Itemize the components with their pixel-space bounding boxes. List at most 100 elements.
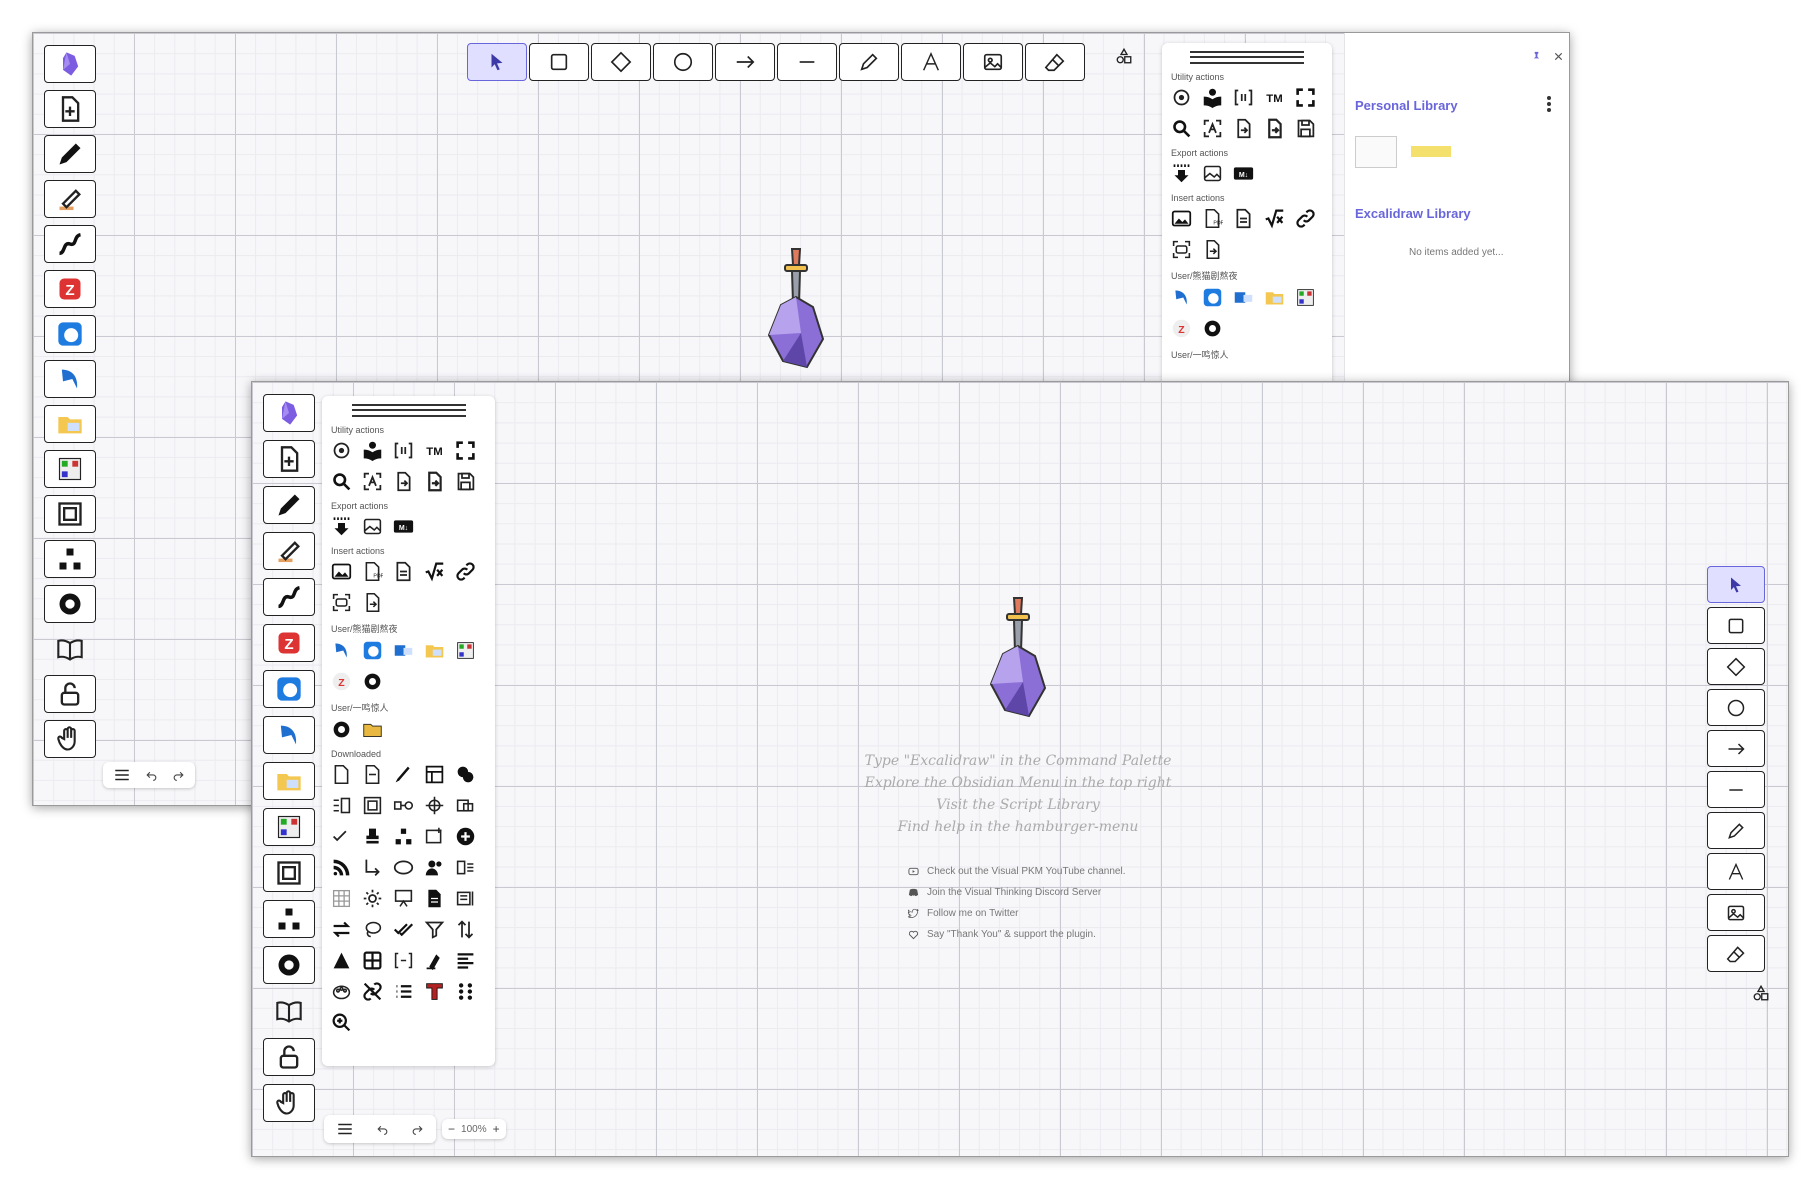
zoom-out-button[interactable]: −: [448, 1122, 455, 1136]
script-rss-icon[interactable]: [330, 856, 353, 879]
download-icon[interactable]: [1170, 162, 1193, 185]
insert-document-icon[interactable]: [1232, 207, 1255, 230]
script-document-icon[interactable]: [423, 887, 446, 910]
ocr-text-icon[interactable]: [361, 470, 384, 493]
highlighter-button[interactable]: [44, 180, 96, 218]
search-icon[interactable]: [1170, 117, 1193, 140]
excalidraw-library-title[interactable]: Excalidraw Library: [1355, 206, 1471, 221]
shapes-icon[interactable]: [1752, 984, 1770, 1002]
gem-sword-drawing[interactable]: [983, 592, 1053, 722]
zoom-in-button[interactable]: +: [493, 1122, 500, 1136]
open-folder-icon[interactable]: [361, 718, 384, 741]
insert-latex-icon[interactable]: [1263, 207, 1286, 230]
insert-document-icon[interactable]: [392, 560, 415, 583]
book-reader-icon[interactable]: [1201, 86, 1224, 109]
discord-link[interactable]: Join the Visual Thinking Discord Server: [908, 882, 1125, 903]
edge-script-icon[interactable]: [1201, 286, 1224, 309]
script-connect-icon[interactable]: [392, 794, 415, 817]
script-presentation-icon[interactable]: [392, 887, 415, 910]
book-reader-icon[interactable]: [361, 439, 384, 462]
qr-code-button[interactable]: [263, 808, 315, 846]
redo-icon[interactable]: [172, 769, 185, 782]
fullscreen-icon[interactable]: [1294, 86, 1317, 109]
highlighter-button[interactable]: [263, 532, 315, 570]
save-icon[interactable]: [1294, 117, 1317, 140]
save-icon[interactable]: [454, 470, 477, 493]
pen-button[interactable]: [44, 135, 96, 173]
folder-script-icon[interactable]: [1263, 286, 1286, 309]
book-button[interactable]: [263, 992, 315, 1030]
undo-icon[interactable]: [145, 769, 158, 782]
cursor-script-icon[interactable]: [330, 639, 353, 662]
script-brackets-icon[interactable]: [392, 949, 415, 972]
selection-tool[interactable]: [467, 43, 527, 81]
new-file-button[interactable]: [44, 90, 96, 128]
embed-icon[interactable]: [330, 591, 353, 614]
frame-button[interactable]: [263, 854, 315, 892]
selection-tool[interactable]: [1707, 566, 1765, 603]
arrow-cursor-button[interactable]: [263, 716, 315, 754]
hierarchy-button[interactable]: [263, 900, 315, 938]
arrow-cursor-button[interactable]: [44, 360, 96, 398]
text-tool[interactable]: [1707, 853, 1765, 890]
script-target-icon[interactable]: [423, 794, 446, 817]
qr-script-icon[interactable]: [1294, 286, 1317, 309]
export-image-icon[interactable]: [1201, 162, 1224, 185]
export-image-icon[interactable]: [361, 515, 384, 538]
insert-file-icon[interactable]: [361, 591, 384, 614]
redo-icon[interactable]: [411, 1123, 424, 1136]
script-list-icon[interactable]: [392, 980, 415, 1003]
book-button[interactable]: [44, 630, 96, 668]
folder-script-icon[interactable]: [423, 639, 446, 662]
embed-icon[interactable]: [1170, 238, 1193, 261]
gear-script-icon[interactable]: [361, 670, 384, 693]
ocr-text-icon[interactable]: [1201, 117, 1224, 140]
diamond-tool[interactable]: [1707, 648, 1765, 685]
text-tool[interactable]: [901, 43, 961, 81]
script-double-check-icon[interactable]: [392, 918, 415, 941]
script-split-icon[interactable]: [454, 856, 477, 879]
settings-button[interactable]: [44, 585, 96, 623]
qr-code-button[interactable]: [44, 450, 96, 488]
support-link[interactable]: Say "Thank You" & support the plugin.: [908, 924, 1125, 945]
settings-icon[interactable]: [330, 439, 353, 462]
gear-script-icon[interactable]: [1201, 317, 1224, 340]
insert-latex-icon[interactable]: [423, 560, 446, 583]
fullscreen-icon[interactable]: [454, 439, 477, 462]
script-big-t-icon[interactable]: [423, 980, 446, 1003]
lock-button[interactable]: [44, 675, 96, 713]
script-users-icon[interactable]: [423, 856, 446, 879]
zotero-button[interactable]: Z: [263, 624, 315, 662]
library-item-1[interactable]: [1355, 136, 1397, 168]
gem-sword-drawing[interactable]: [761, 243, 831, 373]
draw-tool[interactable]: [839, 43, 899, 81]
diamond-tool[interactable]: [591, 43, 651, 81]
trademark-icon[interactable]: TM: [423, 439, 446, 462]
settings-icon[interactable]: [1170, 86, 1193, 109]
obsidian-logo-button[interactable]: [263, 394, 315, 432]
qr-script-icon[interactable]: [454, 639, 477, 662]
rectangle-tool[interactable]: [529, 43, 589, 81]
panel-grip[interactable]: [351, 404, 466, 417]
script-grid-icon[interactable]: [330, 887, 353, 910]
cursor-script-icon[interactable]: [1170, 286, 1193, 309]
markdown-icon[interactable]: M↓: [1232, 162, 1255, 185]
script-hierarchy-icon[interactable]: [392, 825, 415, 848]
undo-icon[interactable]: [376, 1123, 389, 1136]
script-elbow-icon[interactable]: [361, 856, 384, 879]
arrow-tool[interactable]: [1707, 730, 1765, 767]
hierarchy-button[interactable]: [44, 540, 96, 578]
script-align-icon[interactable]: [330, 794, 353, 817]
file-export-icon[interactable]: [423, 470, 446, 493]
download-icon[interactable]: [330, 515, 353, 538]
edge-button[interactable]: [44, 315, 96, 353]
script-dots-grid-icon[interactable]: [454, 980, 477, 1003]
personal-library-title[interactable]: Personal Library: [1355, 98, 1458, 113]
script-shapes-icon[interactable]: [454, 763, 477, 786]
image-tool[interactable]: [963, 43, 1023, 81]
insert-pdf-icon[interactable]: PDF: [361, 560, 384, 583]
hand-button[interactable]: [263, 1084, 315, 1122]
gear-script-icon[interactable]: [330, 718, 353, 741]
obsidian-logo-button[interactable]: [44, 45, 96, 83]
file-export-icon[interactable]: [1263, 117, 1286, 140]
